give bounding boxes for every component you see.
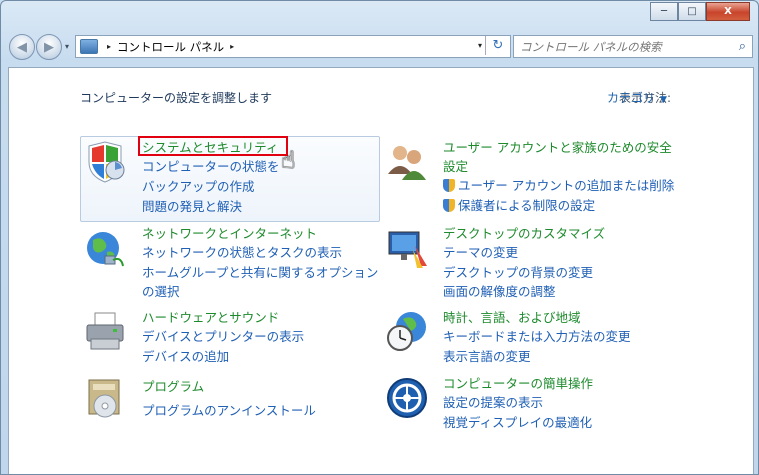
hand-cursor-icon: ☝ [281,146,296,174]
chevron-down-icon: ▼ [660,95,667,105]
printer-icon [86,312,124,350]
category-title-user-accounts-cont[interactable]: 設定 [443,156,468,175]
network-globe-icon [87,232,124,267]
ease-of-access-icon [387,378,427,418]
close-button[interactable]: X [706,2,750,21]
link-change-theme[interactable]: テーマの変更 [443,242,518,261]
category-title-ease-of-access[interactable]: コンピューターの簡単操作 [443,373,593,392]
link-devices-printers[interactable]: デバイスとプリンターの表示 [142,326,304,345]
desktop-icon [388,231,427,268]
link-keyboard-input[interactable]: キーボードまたは入力方法の変更 [443,326,631,345]
view-by-dropdown[interactable]: カテゴリ ▼ [607,89,667,106]
control-panel-icon [80,39,98,54]
link-homegroup[interactable]: ホームグループと共有に関するオプション [142,262,378,281]
navigation-bar: ◀ ▶ ▾ ▸ コントロール パネル ▸ ▾ ↻ ⌕ [9,34,753,60]
uac-shield-icon [443,199,455,212]
link-optimize-display[interactable]: 視覚ディスプレイの最適化 [443,412,592,431]
maximize-button[interactable]: □ [678,2,706,21]
link-troubleshoot[interactable]: 問題の発見と解決 [142,196,242,215]
category-title-clock-region[interactable]: 時計、言語、および地域 [443,307,581,326]
breadcrumb-separator[interactable]: ▸ [230,42,234,51]
search-icon[interactable]: ⌕ [739,39,746,54]
search-box[interactable]: ⌕ [513,35,753,58]
recent-pages-dropdown[interactable]: ▾ [65,42,69,51]
link-add-device[interactable]: デバイスの追加 [142,346,229,365]
category-title-appearance[interactable]: デスクトップのカスタマイズ [443,223,605,242]
breadcrumb-control-panel[interactable]: コントロール パネル [117,39,224,55]
users-icon [388,146,426,180]
category-title-hardware[interactable]: ハードウェアとサウンド [142,307,279,326]
category-title-user-accounts[interactable]: ユーザー アカウントと家族のための安全 [443,137,672,156]
control-panel-content: コンピューターの設定を調整します 表示方法: カテゴリ ▼ システムとセキュリティ… [8,67,754,474]
back-arrow-icon: ◀ [17,39,27,55]
window-controls: ─ □ X [650,2,750,21]
address-bar[interactable]: ▸ コントロール パネル ▸ ▾ ↻ [75,35,511,58]
category-title-network[interactable]: ネットワークとインターネット [142,223,317,242]
minimize-button[interactable]: ─ [650,2,678,21]
highlight-box [138,136,288,156]
breadcrumb-separator[interactable]: ▸ [107,42,111,51]
link-backup[interactable]: バックアップの作成 [142,176,255,195]
category-title-programs[interactable]: プログラム [142,376,204,395]
clock-globe-icon [387,312,426,351]
link-add-remove-accounts[interactable]: ユーザー アカウントの追加または削除 [443,175,674,194]
link-uninstall[interactable]: プログラムのアンインストール [142,400,316,419]
view-by-value[interactable]: カテゴリ [607,91,655,105]
link-network-status[interactable]: ネットワークの状態とタスクの表示 [142,242,342,261]
shield-icon [88,141,125,183]
forward-button[interactable]: ▶ [36,34,62,60]
link-display-language[interactable]: 表示言語の変更 [443,346,531,365]
back-button[interactable]: ◀ [9,34,35,60]
page-title: コンピューターの設定を調整します [80,91,273,105]
link-change-background[interactable]: デスクトップの背景の変更 [443,262,593,281]
link-suggested-settings[interactable]: 設定の提案の表示 [443,392,543,411]
window: ─ □ X ◀ ▶ ▾ ▸ コントロール パネル ▸ ▾ ↻ ⌕ コンピューター… [0,0,759,475]
programs-icon [88,379,120,418]
link-homegroup-cont[interactable]: の選択 [142,281,180,300]
link-computer-status[interactable]: コンピューターの状態を [142,156,280,175]
link-parental-controls[interactable]: 保護者による制限の設定 [443,195,595,214]
forward-arrow-icon: ▶ [44,39,54,55]
refresh-button[interactable]: ↻ [485,36,510,55]
search-input[interactable] [518,38,722,55]
address-dropdown[interactable]: ▾ [478,41,482,50]
uac-shield-icon [443,179,455,192]
link-adjust-resolution[interactable]: 画面の解像度の調整 [443,281,556,300]
